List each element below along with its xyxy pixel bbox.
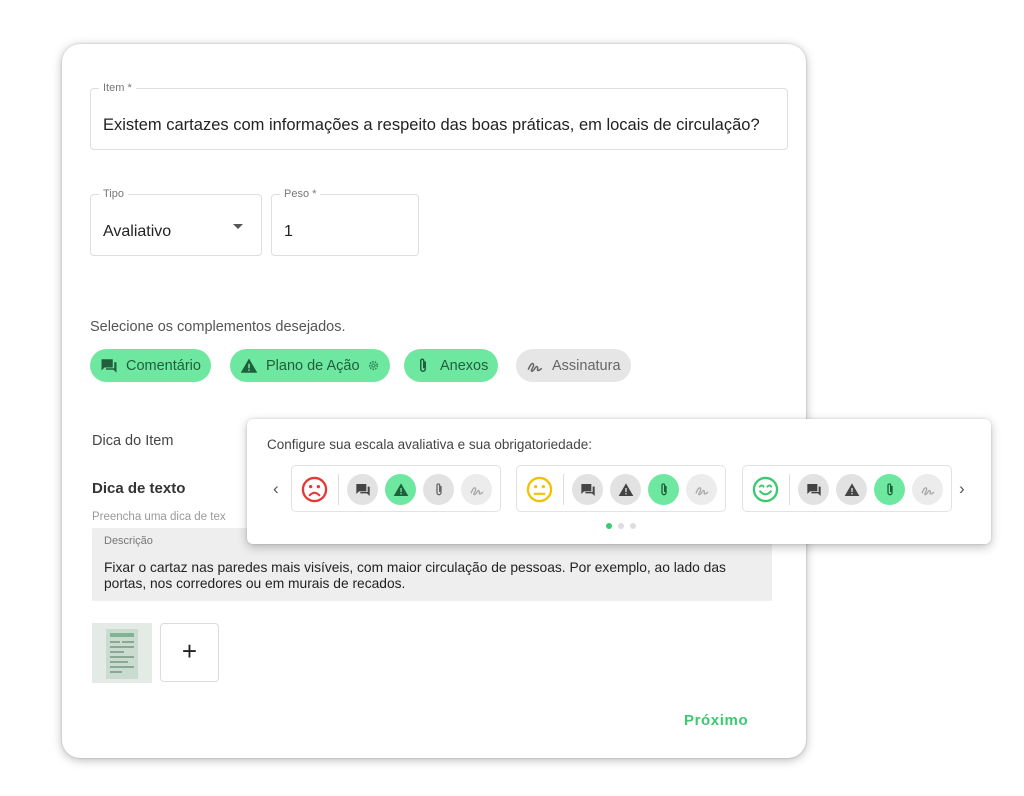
signature-icon — [527, 362, 543, 372]
paperclip-icon — [660, 482, 667, 495]
tipo-select-value: Avaliativo — [103, 223, 172, 240]
warning-icon — [844, 482, 859, 496]
item-form-card: Item * Existem cartazes com informações … — [62, 44, 806, 758]
toggle-comment[interactable] — [572, 474, 603, 505]
paperclip-icon — [886, 482, 893, 495]
item-field[interactable]: Item * Existem cartazes com informações … — [90, 81, 788, 150]
next-button[interactable]: Próximo — [684, 712, 748, 729]
toggle-attachment[interactable] — [648, 474, 679, 505]
divider — [789, 474, 790, 505]
gear-icon[interactable] — [367, 359, 380, 372]
scale-config-popup: Configure sua escala avaliativa e sua ob… — [247, 419, 991, 544]
toggle-attachment[interactable] — [874, 474, 905, 505]
item-field-label: Item * — [99, 81, 136, 95]
tipo-select-label: Tipo — [99, 187, 128, 201]
pagination-dot[interactable] — [618, 523, 624, 529]
divider — [563, 474, 564, 505]
toggle-action-plan[interactable] — [385, 474, 416, 505]
peso-field-value: 1 — [284, 223, 293, 240]
warning-icon — [393, 482, 408, 496]
scale-option-happy — [742, 465, 952, 512]
toggle-action-plan[interactable] — [610, 474, 641, 505]
dropdown-caret-icon[interactable] — [233, 224, 243, 229]
chevron-right-icon[interactable]: › — [959, 479, 965, 499]
chip-plano-de-acao[interactable]: Plano de Ação — [230, 349, 390, 382]
chip-comentario[interactable]: Comentário — [90, 349, 211, 382]
toggle-comment[interactable] — [347, 474, 378, 505]
toggle-signature[interactable] — [461, 474, 492, 505]
chip-anexos[interactable]: Anexos — [404, 349, 499, 382]
toggle-signature[interactable] — [912, 474, 943, 505]
comment-icon — [101, 358, 117, 373]
item-field-value: Existem cartazes com informações a respe… — [103, 116, 760, 134]
pagination-dots — [606, 523, 636, 529]
pagination-dot[interactable] — [606, 523, 612, 529]
chip-comentario-label: Comentário — [126, 357, 201, 374]
paperclip-icon — [435, 482, 442, 495]
pagination-dot[interactable] — [630, 523, 636, 529]
sad-face-icon[interactable] — [301, 476, 328, 503]
popup-title: Configure sua escala avaliativa e sua ob… — [267, 437, 592, 452]
chip-assinatura-label: Assinatura — [552, 357, 621, 374]
description-label: Descrição — [104, 535, 153, 547]
happy-face-icon[interactable] — [752, 476, 779, 503]
scale-option-neutral — [516, 465, 726, 512]
complementos-label: Selecione os complementos desejados. — [90, 319, 346, 335]
signature-icon — [694, 486, 708, 495]
dica-texto-label: Dica de texto — [92, 480, 186, 497]
comment-icon — [580, 483, 595, 496]
divider — [338, 474, 339, 505]
scale-option-sad — [291, 465, 501, 512]
chip-plano-de-acao-label: Plano de Ação — [266, 357, 360, 374]
dica-hint: Preencha uma dica de tex — [92, 511, 226, 523]
toggle-action-plan[interactable] — [836, 474, 867, 505]
paperclip-icon — [420, 358, 426, 372]
toggle-signature[interactable] — [686, 474, 717, 505]
add-attachment-button[interactable]: + — [160, 623, 219, 682]
peso-field[interactable]: Peso * 1 — [271, 187, 419, 256]
toggle-comment[interactable] — [798, 474, 829, 505]
dica-item-label: Dica do Item — [92, 433, 174, 449]
peso-field-label: Peso * — [280, 187, 321, 201]
chip-anexos-label: Anexos — [440, 357, 489, 374]
signature-icon — [469, 486, 483, 495]
toggle-attachment[interactable] — [423, 474, 454, 505]
warning-icon — [618, 482, 633, 496]
attachment-thumbnail[interactable] — [92, 623, 152, 683]
description-text: Fixar o cartaz nas paredes mais visíveis… — [104, 560, 726, 591]
chip-assinatura[interactable]: Assinatura — [516, 349, 631, 382]
comment-icon — [355, 483, 370, 496]
comment-icon — [806, 483, 821, 496]
neutral-face-icon[interactable] — [526, 476, 553, 503]
tipo-select[interactable]: Tipo Avaliativo — [90, 187, 262, 256]
signature-icon — [920, 486, 934, 495]
chevron-left-icon[interactable]: ‹ — [273, 479, 279, 499]
warning-icon — [240, 358, 258, 373]
poster-thumbnail-image — [92, 623, 152, 683]
